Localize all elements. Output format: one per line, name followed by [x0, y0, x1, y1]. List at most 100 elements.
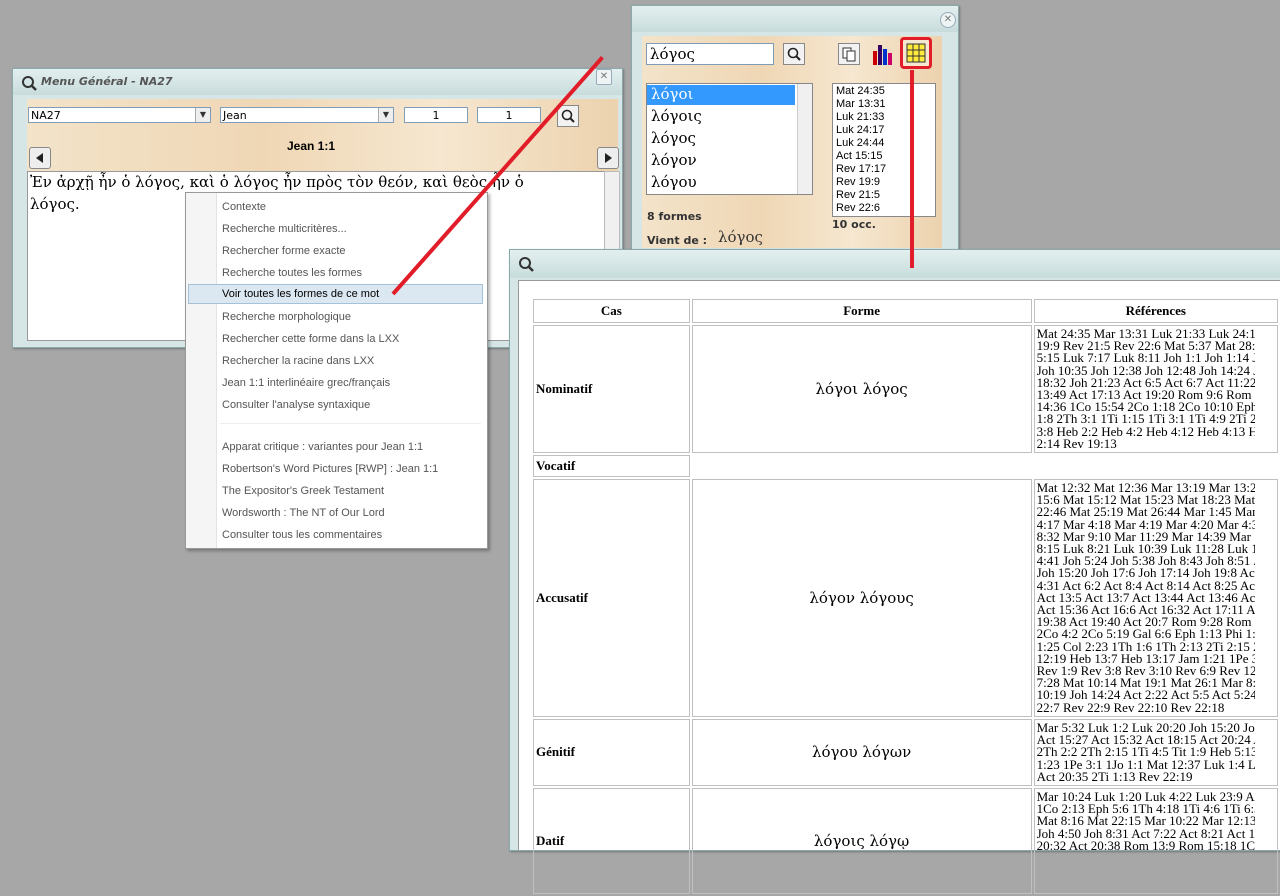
word-search-button[interactable]: [783, 43, 805, 65]
menu-item-wordsworth[interactable]: Wordsworth : The NT of Our Lord: [222, 507, 385, 519]
table-header-row: Cas Forme Références: [533, 299, 1278, 323]
copy-button[interactable]: [838, 43, 860, 65]
menu-item-apparat-critique[interactable]: Apparat critique : variantes pour Jean 1…: [222, 441, 423, 453]
word-search-input[interactable]: λόγος: [646, 43, 774, 65]
chart-button[interactable]: [871, 41, 895, 67]
form-item[interactable]: λόγον: [651, 151, 697, 169]
menu-item-racine-lxx[interactable]: Rechercher la racine dans LXX: [222, 355, 374, 367]
table-view-button[interactable]: [900, 37, 932, 69]
menu-item-robertson[interactable]: Robertson's Word Pictures [RWP] : Jean 1…: [222, 463, 438, 475]
menu-item-expositor[interactable]: The Expositor's Greek Testament: [222, 485, 384, 497]
verse-heading: Jean 1:1: [287, 139, 336, 153]
vient-de-value[interactable]: λόγος: [718, 228, 763, 246]
form-item[interactable]: λόγου: [651, 173, 697, 191]
ref-item[interactable]: Mat 24:35: [836, 85, 932, 98]
main-window-title: Menu Général - NA27: [41, 75, 173, 88]
book-select-value: Jean: [223, 109, 247, 122]
ref-item[interactable]: Mar 13:31: [836, 98, 932, 111]
arrow-left-icon: [36, 153, 43, 163]
context-menu: Contexte Recherche multicritères... Rech…: [185, 192, 488, 549]
annotation-line-button-to-table: [910, 70, 914, 268]
ref-line: Act 20:35 2Ti 1:13 Rev 22:19: [1036, 768, 1193, 783]
table-row: Accusatif λόγον λόγους Mat 12:32 Mat 12:…: [533, 479, 1278, 717]
table-row: Nominatif λόγοι λόγος Mat 24:35 Mar 13:3…: [533, 325, 1278, 454]
refs-cell: Mar 5:32 Luk 1:2 Luk 20:20 Joh 15:20 Joh…: [1033, 718, 1278, 786]
menu-item-recherche-morphologique[interactable]: Recherche morphologique: [222, 311, 351, 323]
case-cell: Accusatif: [533, 479, 690, 717]
menu-separator: [220, 423, 481, 424]
results-table: Cas Forme Références Nominatif λόγοι λόγ…: [531, 297, 1280, 896]
header-references: Références: [1033, 299, 1278, 323]
ref-item[interactable]: Rev 22:6: [836, 202, 932, 215]
ref-item[interactable]: Luk 21:33: [836, 111, 932, 124]
verse-input[interactable]: 1: [477, 107, 541, 123]
ref-line: 22:7 Rev 22:9 Rev 22:10 Rev 22:18: [1036, 699, 1225, 714]
verse-text-line1: Ἐν ἀρχῇ ἦν ὁ λόγος, καὶ ὁ λόγος ἦν πρὸς …: [30, 173, 524, 191]
ref-line: 2:14 Rev 19:13: [1036, 435, 1117, 451]
menu-item-analyse-syntaxique[interactable]: Consulter l'analyse syntaxique: [222, 399, 370, 411]
forms-scrollbar[interactable]: [797, 84, 812, 194]
close-icon[interactable]: ✕: [596, 69, 612, 85]
form-item[interactable]: λόγοις: [651, 107, 702, 125]
menu-item-forme-lxx[interactable]: Rechercher cette forme dans la LXX: [222, 333, 399, 345]
next-verse-button[interactable]: [597, 147, 619, 169]
menu-item-voir-toutes-formes[interactable]: Voir toutes les formes de ce mot: [188, 284, 483, 304]
refs-cell: Mar 10:24 Luk 1:20 Luk 4:22 Luk 23:9 Act…: [1033, 787, 1278, 894]
chevron-down-icon[interactable]: ▼: [195, 108, 210, 122]
chapter-input[interactable]: 1: [404, 107, 468, 123]
app-logo-icon: [519, 257, 534, 272]
ref-item[interactable]: Act 15:15: [836, 150, 932, 163]
header-cas: Cas: [533, 299, 690, 323]
ref-item[interactable]: Rev 19:9: [836, 176, 932, 189]
forms-cell: λόγοις λόγῳ: [691, 787, 1032, 894]
menu-item-voir-toutes-formes-label: Voir toutes les formes de ce mot: [222, 288, 380, 300]
menu-item-contexte[interactable]: Contexte: [222, 201, 266, 213]
case-cell: Vocatif: [533, 455, 690, 478]
ref-line: 20:32 Act 20:38 Rom 13:9 Rom 15:18 1Co 1…: [1036, 837, 1255, 852]
ref-item[interactable]: Luk 24:17: [836, 124, 932, 137]
results-window-titlebar[interactable]: [510, 250, 1280, 278]
table-row: Génitif λόγου λόγων Mar 5:32 Luk 1:2 Luk…: [533, 718, 1278, 786]
prev-verse-button[interactable]: [29, 147, 51, 169]
edition-select-value: NA27: [31, 109, 61, 122]
menu-item-tous-commentaires[interactable]: Consulter tous les commentaires: [222, 529, 382, 541]
menu-item-recherche-multicriteres[interactable]: Recherche multicritères...: [222, 223, 347, 235]
header-forme: Forme: [691, 299, 1032, 323]
word-window-titlebar[interactable]: [632, 6, 958, 32]
occ-count: 10 occ.: [832, 218, 876, 231]
form-item[interactable]: λόγος: [651, 129, 696, 147]
search-button[interactable]: [557, 105, 579, 127]
ref-line: Joh 4:50 Joh 8:31 Act 7:22 Act 8:21 Act …: [1036, 825, 1255, 841]
references-list[interactable]: Mat 24:35 Mar 13:31 Luk 21:33 Luk 24:17 …: [832, 83, 936, 217]
forms-list[interactable]: λόγοι λόγοις λόγος λόγον λόγου: [646, 83, 813, 195]
ref-item[interactable]: Luk 24:44: [836, 137, 932, 150]
chart-icon: [873, 45, 892, 65]
case-cell: Génitif: [533, 718, 690, 786]
book-select[interactable]: Jean ▼: [220, 107, 394, 123]
ref-item[interactable]: Rev 21:5: [836, 189, 932, 202]
menu-item-interlineaire[interactable]: Jean 1:1 interlinéaire grec/français: [222, 377, 390, 389]
form-item[interactable]: λόγοι: [647, 85, 795, 105]
search-icon: [787, 47, 801, 61]
forms-cell: [692, 455, 1032, 477]
chevron-down-icon[interactable]: ▼: [378, 108, 393, 122]
close-icon[interactable]: ✕: [940, 12, 956, 28]
forms-count: 8 formes: [647, 210, 702, 223]
case-cell: Nominatif: [533, 325, 690, 454]
copy-icon: [842, 47, 856, 62]
forms-cell: λόγοι λόγος: [691, 325, 1032, 454]
refs-cell: [1034, 455, 1278, 477]
verse-text-line2: λόγος.: [30, 195, 80, 213]
menu-item-rechercher-forme-exacte[interactable]: Rechercher forme exacte: [222, 245, 346, 257]
search-icon: [561, 109, 575, 123]
refs-cell: Mat 12:32 Mat 12:36 Mar 13:19 Mar 13:20 …: [1033, 479, 1278, 717]
table-icon: [906, 43, 926, 63]
edition-select[interactable]: NA27 ▼: [28, 107, 211, 123]
arrow-right-icon: [605, 153, 612, 163]
menu-item-recherche-toutes-formes[interactable]: Recherche toutes les formes: [222, 267, 362, 279]
refs-cell: Mat 24:35 Mar 13:31 Luk 21:33 Luk 24:17 …: [1033, 325, 1278, 454]
case-cell: Datif: [533, 787, 690, 894]
ref-item[interactable]: Rev 17:17: [836, 163, 932, 176]
app-logo-icon: [22, 76, 37, 91]
context-menu-gutter: [186, 193, 217, 548]
